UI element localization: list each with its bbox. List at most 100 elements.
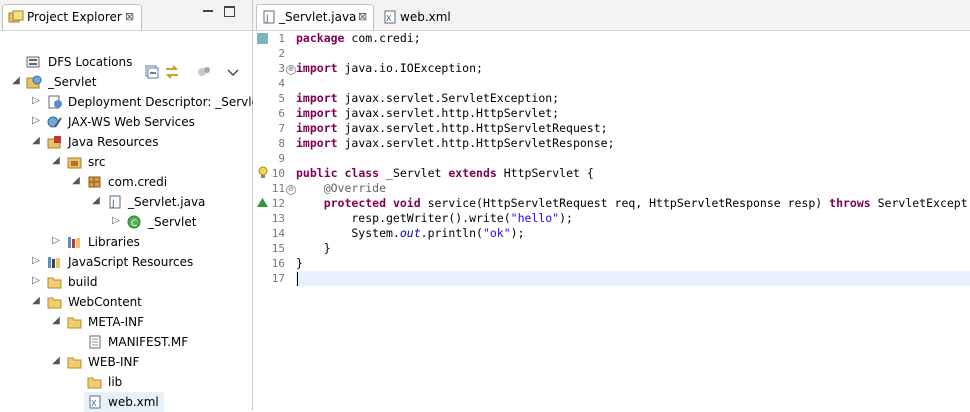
folder-icon [67,317,82,329]
line-number: 8 [278,137,285,150]
tree-label: Deployment Descriptor: _Servle [68,95,259,109]
code-line: import javax.servlet.ServletException; [296,91,560,105]
expanded-arrow-icon[interactable]: ◢ [11,75,21,86]
tree-item-meta-inf[interactable]: ◢ META-INF [0,312,252,332]
expanded-arrow-icon[interactable]: ◢ [71,175,81,186]
java-file-icon: J [109,195,121,209]
javascript-resources-icon [48,257,60,268]
tab-web-xml[interactable]: X web.xml [377,4,457,30]
collapsed-arrow-icon[interactable]: ▷ [31,115,41,126]
deployment-descriptor-icon [48,95,62,109]
project-explorer-header: Project Explorer ⊠ [0,0,252,31]
close-icon[interactable]: ⊠ [358,10,367,23]
tree-item-build[interactable]: ▷ build [0,272,252,292]
tree-item-servlet-class[interactable]: ▷ C _Servlet [0,212,252,232]
fold-toggle-icon[interactable]: ⊕ [286,65,296,75]
svg-text:C: C [131,219,137,229]
libraries-icon [68,237,80,248]
tree-item-javascript-resources[interactable]: ▷ JavaScript Resources [0,252,252,272]
editor-tab-bar: J _Servlet.java ⊠ X web.xml [253,0,970,31]
tab-label: _Servlet.java [279,10,357,24]
line-number: 17 [271,272,285,285]
tree-item-manifest[interactable]: MANIFEST.MF [0,332,252,352]
code-line: package com.credi; [296,31,421,45]
expanded-arrow-icon[interactable]: ◢ [31,135,41,146]
tree-item-lib[interactable]: lib [0,372,252,392]
line-number: 4 [278,77,285,90]
tree-label: WEB-INF [88,355,140,369]
collapsed-arrow-icon[interactable]: ▷ [31,95,41,106]
maximize-icon[interactable] [224,6,235,17]
line-number: 5 [278,92,285,105]
code-line: import javax.servlet.http.HttpServletRes… [296,136,615,150]
line-number: 13 [271,212,285,225]
code-line: } [296,241,331,255]
code-line: } [296,256,303,270]
folder-icon [47,277,62,289]
tree-item-jax-ws[interactable]: ▷ JAX-WS Web Services [0,112,252,132]
tree-item-web-xml[interactable]: X web.xml [84,392,164,412]
folder-icon [87,377,102,389]
line-number: 2 [278,47,285,60]
java-resources-icon [47,136,61,149]
tree-item-com-credi[interactable]: ◢ com.credi [0,172,252,192]
project-explorer-toolbar [0,31,252,79]
collapsed-arrow-icon[interactable]: ▷ [31,255,41,266]
tree-item-web-inf[interactable]: ◢ WEB-INF [0,352,252,372]
code-line: @Override [323,181,387,195]
line-number: 14 [271,227,285,240]
collapsed-arrow-icon[interactable]: ▷ [31,275,41,286]
tree-label: JAX-WS Web Services [68,115,195,129]
package-icon [88,176,101,188]
expanded-arrow-icon[interactable]: ◢ [51,315,61,326]
tree-item-servlet-project[interactable]: ◢ _Servlet [0,72,252,92]
expanded-arrow-icon[interactable]: ◢ [51,155,61,166]
collapsed-arrow-icon[interactable]: ▷ [51,235,61,246]
expanded-arrow-icon[interactable]: ◢ [31,295,41,306]
folder-icon [47,297,62,309]
tree-label: _Servlet [48,75,97,89]
collapsed-arrow-icon[interactable]: ▷ [111,215,121,226]
line-number: 7 [278,122,285,135]
tab-label: web.xml [400,10,451,24]
tree-label: _Servlet [148,215,197,229]
fold-toggle-icon[interactable]: ⊖ [286,185,296,195]
text-file-icon [89,335,101,349]
web-project-icon [26,75,42,89]
expanded-arrow-icon[interactable]: ◢ [51,355,61,366]
tree-item-src[interactable]: ◢ src [0,152,252,172]
line-number: 9 [278,152,285,165]
tree-label: build [68,275,98,289]
source-folder-icon [67,157,82,169]
project-explorer-icon [8,10,24,23]
tree-item-servlet-java[interactable]: ◢ J _Servlet.java [0,192,252,212]
xml-file-icon: X [384,10,396,24]
minimize-icon[interactable] [203,10,213,12]
line-number: 3 [278,62,285,75]
line-number: 10 [271,167,285,180]
line-number: 1 [278,32,285,45]
tree-label: com.credi [108,175,168,189]
line-number: 16 [271,257,285,270]
expanded-arrow-icon[interactable]: ◢ [91,195,101,206]
code-line: resp.getWriter().write("hello"); [296,211,573,225]
close-icon[interactable]: ⊠ [125,10,134,23]
tab-servlet-java[interactable]: J _Servlet.java ⊠ [256,4,374,30]
svg-text:J: J [111,199,115,209]
tree-item-webcontent[interactable]: ◢ WebContent [0,292,252,312]
tree-label: WebContent [68,295,142,309]
tree-item-deployment-descriptor[interactable]: ▷ Deployment Descriptor: _Servle [0,92,259,112]
code-line: import java.io.IOException; [296,61,483,75]
tree-label: JavaScript Resources [68,255,194,269]
tree-label: MANIFEST.MF [108,335,189,349]
tree-item-java-resources[interactable]: ◢ Java Resources [0,132,252,152]
tree-item-libraries[interactable]: ▷ Libraries [0,232,252,252]
tab-project-explorer[interactable]: Project Explorer ⊠ [2,4,142,30]
tree-label: DFS Locations [48,55,133,69]
editor-panel: J _Servlet.java ⊠ X web.xml 1 2 3 4 5 6 … [253,0,970,411]
code-line: public class _Servlet extends HttpServle… [296,166,594,180]
tab-label: Project Explorer [27,10,122,24]
tree-item-dfs-locations[interactable]: DFS Locations [0,52,252,72]
line-number: 6 [278,107,285,120]
text-caret [297,272,298,286]
